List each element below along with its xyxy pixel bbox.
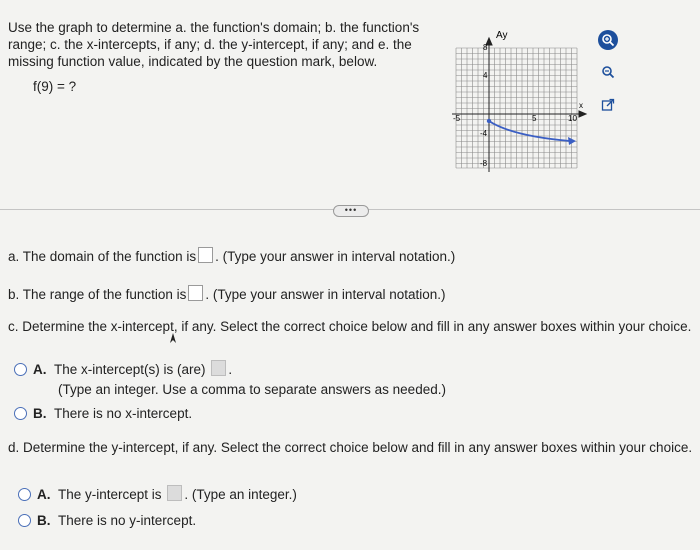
part-a-suffix: . (Type your answer in interval notation… [215, 249, 456, 264]
y-intercept-answer-box[interactable] [167, 485, 183, 501]
part-d-option-b[interactable]: B. There is no y-intercept. [18, 513, 196, 528]
function-curve [488, 120, 571, 142]
part-b-prefix: b. The range of the function is [8, 287, 187, 302]
y-tick-top: 8 [483, 43, 488, 52]
zoom-out-icon[interactable] [598, 62, 618, 82]
part-c-option-a-hint: (Type an integer. Use a comma to separat… [58, 382, 446, 397]
x-intercept-option-b-radio[interactable] [14, 407, 27, 420]
part-c-option-a[interactable]: A. The x-intercept(s) is (are) . [14, 360, 232, 377]
part-b: b. The range of the function is . (Type y… [8, 285, 446, 302]
graph-grid [455, 47, 578, 169]
x-axis-label: x [579, 101, 583, 110]
more-button[interactable]: ••• [333, 205, 369, 217]
option-letter: B. [37, 513, 51, 528]
question-line-3: missing function value, indicated by the… [8, 54, 378, 69]
option-letter: B. [33, 406, 47, 421]
part-a-prefix: a. The domain of the function is [8, 249, 197, 264]
option-letter: A. [37, 487, 51, 502]
y-tick-neg4: -4 [480, 129, 488, 138]
y-tick-bottom: -8 [480, 159, 488, 168]
curve-start-point [486, 118, 492, 124]
question-line-2: range; c. the x-intercepts, if any; d. t… [8, 37, 412, 52]
domain-answer-box[interactable] [198, 247, 214, 263]
x-tick-5: 5 [532, 114, 537, 123]
zoom-in-icon[interactable] [598, 30, 618, 50]
part-c-prompt: c. Determine the x-intercept, if any. Se… [8, 319, 692, 334]
x-intercept-option-a-radio[interactable] [14, 363, 27, 376]
y-tick-4: 4 [483, 71, 488, 80]
option-suffix: . [228, 362, 233, 377]
function-expression: f(9) = ? [33, 79, 77, 94]
x-intercept-answer-box[interactable] [211, 360, 227, 376]
x-tick-left: -5 [453, 114, 461, 123]
part-b-suffix: . (Type your answer in interval notation… [205, 287, 446, 302]
question-line-1: Use the graph to determine a. the functi… [8, 20, 420, 35]
option-letter: A. [33, 362, 47, 377]
y-intercept-option-b-radio[interactable] [18, 514, 31, 527]
part-d-prompt: d. Determine the y-intercept, if any. Se… [8, 440, 693, 455]
option-suffix: . (Type an integer.) [184, 487, 297, 502]
function-graph: Ay x 8 4 -4 -8 -5 5 10 [452, 30, 588, 172]
y-intercept-option-a-radio[interactable] [18, 488, 31, 501]
range-answer-box[interactable] [188, 285, 204, 301]
option-text: The y-intercept is [58, 487, 162, 502]
part-a: a. The domain of the function is . (Type … [8, 247, 455, 264]
y-axis-label: Ay [496, 30, 508, 41]
option-text: There is no y-intercept. [58, 513, 197, 528]
x-tick-right: 10 [568, 114, 577, 123]
question-text: Use the graph to determine a. the functi… [8, 19, 428, 70]
open-new-window-icon[interactable] [598, 95, 618, 115]
mouse-cursor-icon [168, 331, 178, 349]
curve-end-arrow [568, 137, 576, 145]
option-text: There is no x-intercept. [54, 406, 193, 421]
option-text: The x-intercept(s) is (are) [54, 362, 206, 377]
part-d-option-a[interactable]: A. The y-intercept is . (Type an integer… [18, 485, 297, 502]
part-c-option-b[interactable]: B. There is no x-intercept. [14, 406, 192, 421]
